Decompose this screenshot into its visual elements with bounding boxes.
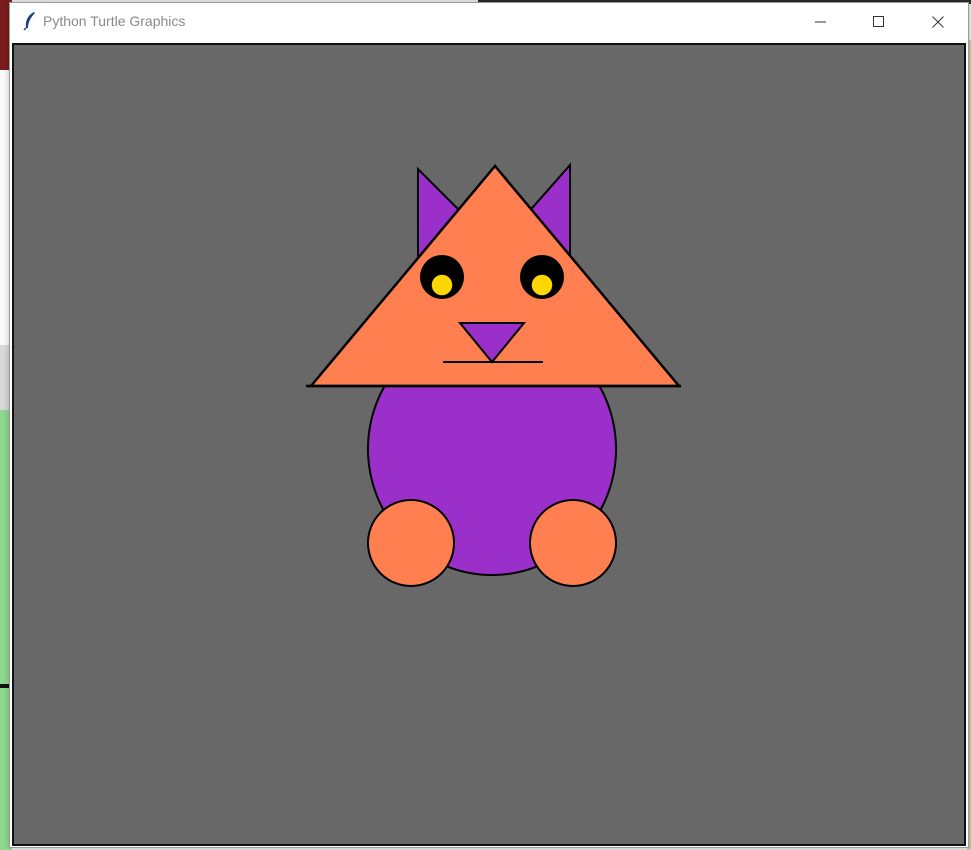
left-pupil — [430, 273, 454, 297]
right-foot — [529, 499, 617, 587]
right-pupil — [530, 273, 554, 297]
cat-drawing — [306, 162, 682, 587]
turtle-canvas[interactable] — [12, 43, 966, 846]
close-button[interactable] — [909, 3, 967, 41]
window-title: Python Turtle Graphics — [43, 13, 186, 29]
maximize-button[interactable] — [850, 3, 908, 41]
minimize-button[interactable] — [792, 3, 850, 41]
title-bar[interactable]: Python Turtle Graphics — [10, 3, 968, 41]
maximize-icon — [873, 16, 884, 27]
close-icon — [932, 16, 944, 28]
feather-icon — [23, 12, 35, 31]
minimize-icon — [815, 21, 826, 23]
left-foot — [367, 499, 455, 587]
turtle-window: Python Turtle Graphics — [9, 2, 969, 848]
